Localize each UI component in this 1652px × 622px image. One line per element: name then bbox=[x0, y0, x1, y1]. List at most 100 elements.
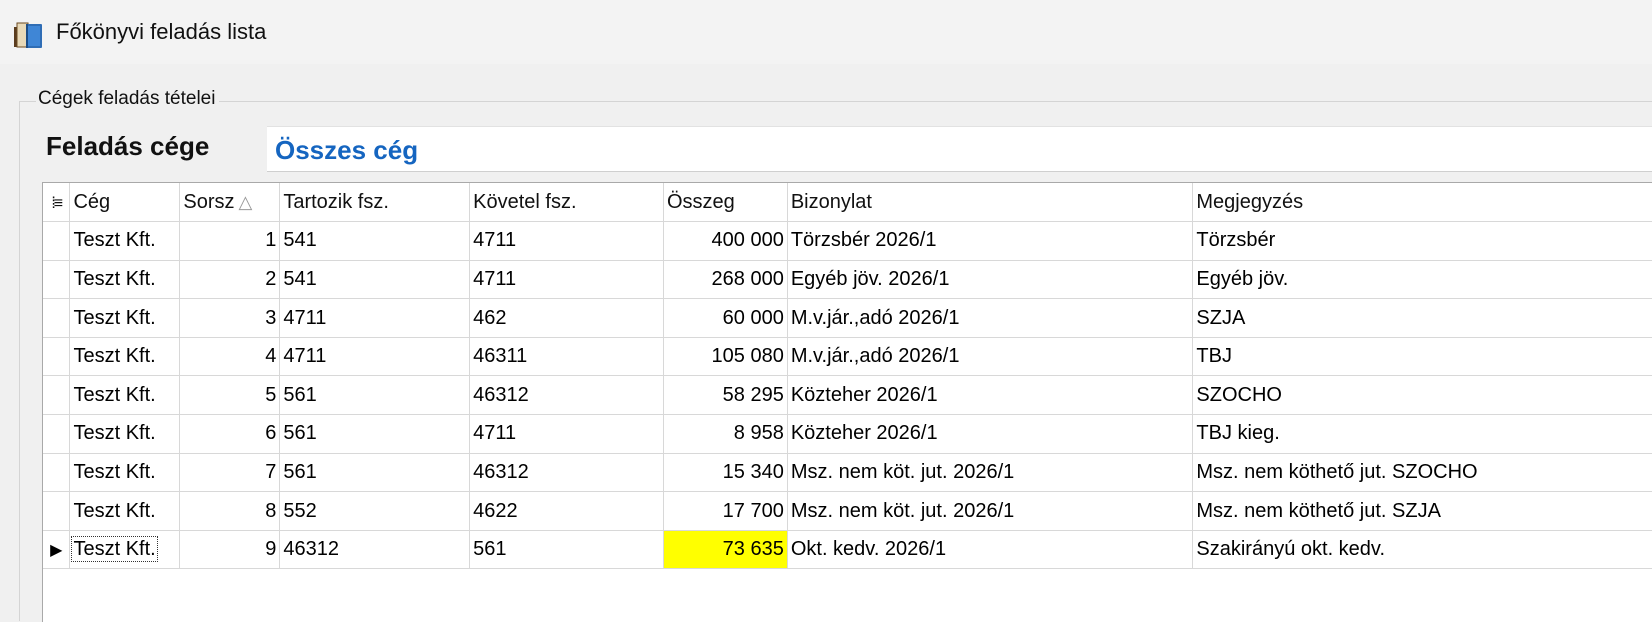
cell-bizonylat[interactable]: Msz. nem köt. jut. 2026/1 bbox=[787, 453, 1194, 493]
column-header-osszeg[interactable]: Összeg bbox=[663, 183, 788, 223]
table-row[interactable]: Teszt Kft. 1 541 4711 400 000 Törzsbér 2026/1… bbox=[43, 221, 1652, 261]
row-indicator[interactable] bbox=[43, 298, 71, 338]
table-row[interactable]: Teszt Kft. 5 561 46312 58 295 Közteher 2026/1… bbox=[43, 375, 1652, 416]
cell-ceg[interactable]: Teszt Kft. bbox=[69, 375, 181, 416]
company-selector[interactable]: Összes cég bbox=[267, 126, 1652, 172]
cell-kovetel[interactable]: 46312 bbox=[469, 453, 664, 493]
cell-bizonylat[interactable]: M.v.jár.,adó 2026/1 bbox=[787, 298, 1194, 338]
cell-kovetel[interactable]: 4711 bbox=[469, 221, 664, 261]
cell-ceg[interactable]: Teszt Kft. bbox=[69, 221, 181, 261]
ledger-book-icon bbox=[12, 21, 44, 51]
cell-sorsz[interactable]: 5 bbox=[179, 375, 281, 416]
cell-megjegyzes[interactable]: Szakirányú okt. kedv. bbox=[1192, 530, 1652, 570]
data-grid[interactable]: ⁞≡ Cég Sorsz △ Tartozik fsz. Követel fsz.… bbox=[42, 182, 1652, 622]
cell-tartozik[interactable]: 552 bbox=[279, 491, 471, 531]
column-chooser-icon[interactable]: ⁞≡ bbox=[43, 183, 71, 223]
cell-sorsz[interactable]: 2 bbox=[179, 260, 281, 300]
cell-tartozik[interactable]: 4711 bbox=[279, 298, 471, 338]
company-value: Összes cég bbox=[275, 135, 419, 165]
cell-sorsz[interactable]: 7 bbox=[179, 453, 281, 493]
cell-osszeg[interactable]: 58 295 bbox=[663, 375, 788, 416]
grid-header-row: ⁞≡ Cég Sorsz △ Tartozik fsz. Követel fsz.… bbox=[43, 183, 1652, 223]
company-label: Feladás cége bbox=[46, 131, 210, 161]
row-indicator[interactable] bbox=[43, 260, 71, 300]
cell-sorsz[interactable]: 4 bbox=[179, 337, 281, 377]
cell-sorsz[interactable]: 9 bbox=[179, 530, 281, 570]
cell-kovetel[interactable]: 462 bbox=[469, 298, 664, 338]
group-legend: Cégek feladás tételei bbox=[36, 88, 220, 110]
cell-ceg[interactable]: Teszt Kft. bbox=[69, 530, 181, 570]
cell-tartozik[interactable]: 561 bbox=[279, 375, 471, 416]
cell-megjegyzes[interactable]: Msz. nem köthető jut. SZOCHO bbox=[1192, 453, 1652, 493]
cell-sorsz[interactable]: 6 bbox=[179, 414, 281, 454]
cell-kovetel[interactable]: 46311 bbox=[469, 337, 664, 377]
current-row-arrow-icon: ▶ bbox=[50, 542, 63, 560]
cell-ceg[interactable]: Teszt Kft. bbox=[69, 414, 181, 454]
cell-sorsz[interactable]: 3 bbox=[179, 298, 281, 338]
cell-tartozik[interactable]: 541 bbox=[279, 221, 471, 261]
table-row[interactable]: ▶ Teszt Kft. 9 46312 561 73 635 Okt. kedv. 202… bbox=[43, 530, 1652, 570]
column-header-sorsz[interactable]: Sorsz △ bbox=[179, 183, 281, 223]
cell-osszeg[interactable]: 400 000 bbox=[663, 221, 788, 261]
cell-kovetel[interactable]: 4711 bbox=[469, 414, 664, 454]
cell-bizonylat[interactable]: Közteher 2026/1 bbox=[787, 375, 1194, 416]
cell-ceg[interactable]: Teszt Kft. bbox=[69, 453, 181, 493]
cell-tartozik[interactable]: 4711 bbox=[279, 337, 471, 377]
cell-kovetel[interactable]: 46312 bbox=[469, 375, 664, 416]
cell-bizonylat[interactable]: Msz. nem köt. jut. 2026/1 bbox=[787, 491, 1194, 531]
table-row[interactable]: Teszt Kft. 2 541 4711 268 000 Egyéb jöv. 2026… bbox=[43, 260, 1652, 300]
window-titlebar: Főkönyvi feladás lista bbox=[0, 0, 1652, 64]
cell-tartozik[interactable]: 46312 bbox=[279, 530, 471, 570]
column-header-megjegyzes[interactable]: Megjegyzés bbox=[1192, 183, 1652, 223]
table-row[interactable]: Teszt Kft. 4 4711 46311 105 080 M.v.jár.,adó … bbox=[43, 337, 1652, 377]
cell-osszeg[interactable]: 105 080 bbox=[663, 337, 788, 377]
cell-megjegyzes[interactable]: SZJA bbox=[1192, 298, 1652, 338]
row-indicator[interactable] bbox=[43, 221, 71, 261]
row-indicator[interactable]: ▶ bbox=[43, 530, 71, 570]
cell-megjegyzes[interactable]: TBJ kieg. bbox=[1192, 414, 1652, 454]
row-indicator[interactable] bbox=[43, 414, 71, 454]
row-indicator[interactable] bbox=[43, 453, 71, 493]
column-header-ceg[interactable]: Cég bbox=[69, 183, 181, 223]
column-header-tartozik[interactable]: Tartozik fsz. bbox=[279, 183, 471, 223]
cell-tartozik[interactable]: 541 bbox=[279, 260, 471, 300]
grid-table: ⁞≡ Cég Sorsz △ Tartozik fsz. Követel fsz.… bbox=[43, 183, 1652, 570]
cell-sorsz[interactable]: 8 bbox=[179, 491, 281, 531]
table-row[interactable]: Teszt Kft. 3 4711 462 60 000 M.v.jár.,adó 202… bbox=[43, 298, 1652, 338]
sort-ascending-icon: △ bbox=[238, 191, 253, 212]
cell-osszeg[interactable]: 8 958 bbox=[663, 414, 788, 454]
cell-bizonylat[interactable]: Okt. kedv. 2026/1 bbox=[787, 530, 1194, 570]
table-row[interactable]: Teszt Kft. 8 552 4622 17 700 Msz. nem köt. ju… bbox=[43, 491, 1652, 531]
column-header-bizonylat[interactable]: Bizonylat bbox=[787, 183, 1194, 223]
cell-ceg[interactable]: Teszt Kft. bbox=[69, 337, 181, 377]
cell-megjegyzes[interactable]: SZOCHO bbox=[1192, 375, 1652, 416]
cell-bizonylat[interactable]: M.v.jár.,adó 2026/1 bbox=[787, 337, 1194, 377]
cell-osszeg[interactable]: 17 700 bbox=[663, 491, 788, 531]
cell-osszeg[interactable]: 60 000 bbox=[663, 298, 788, 338]
cell-bizonylat[interactable]: Egyéb jöv. 2026/1 bbox=[787, 260, 1194, 300]
table-row[interactable]: Teszt Kft. 7 561 46312 15 340 Msz. nem köt. j… bbox=[43, 453, 1652, 493]
cell-ceg[interactable]: Teszt Kft. bbox=[69, 260, 181, 300]
cell-osszeg[interactable]: 15 340 bbox=[663, 453, 788, 493]
cell-ceg[interactable]: Teszt Kft. bbox=[69, 298, 181, 338]
cell-megjegyzes[interactable]: TBJ bbox=[1192, 337, 1652, 377]
cell-bizonylat[interactable]: Közteher 2026/1 bbox=[787, 414, 1194, 454]
row-indicator[interactable] bbox=[43, 491, 71, 531]
cell-sorsz[interactable]: 1 bbox=[179, 221, 281, 261]
cell-osszeg[interactable]: 73 635 bbox=[663, 530, 788, 570]
cell-ceg[interactable]: Teszt Kft. bbox=[69, 491, 181, 531]
cell-kovetel[interactable]: 561 bbox=[469, 530, 664, 570]
cell-tartozik[interactable]: 561 bbox=[279, 414, 471, 454]
cell-bizonylat[interactable]: Törzsbér 2026/1 bbox=[787, 221, 1194, 261]
cell-kovetel[interactable]: 4622 bbox=[469, 491, 664, 531]
cell-osszeg[interactable]: 268 000 bbox=[663, 260, 788, 300]
table-row[interactable]: Teszt Kft. 6 561 4711 8 958 Közteher 2026/1 TB… bbox=[43, 414, 1652, 454]
cell-megjegyzes[interactable]: Egyéb jöv. bbox=[1192, 260, 1652, 300]
column-header-kovetel[interactable]: Követel fsz. bbox=[469, 183, 664, 223]
cell-megjegyzes[interactable]: Msz. nem köthető jut. SZJA bbox=[1192, 491, 1652, 531]
cell-kovetel[interactable]: 4711 bbox=[469, 260, 664, 300]
cell-tartozik[interactable]: 561 bbox=[279, 453, 471, 493]
cell-megjegyzes[interactable]: Törzsbér bbox=[1192, 221, 1652, 261]
row-indicator[interactable] bbox=[43, 375, 71, 416]
row-indicator[interactable] bbox=[43, 337, 71, 377]
